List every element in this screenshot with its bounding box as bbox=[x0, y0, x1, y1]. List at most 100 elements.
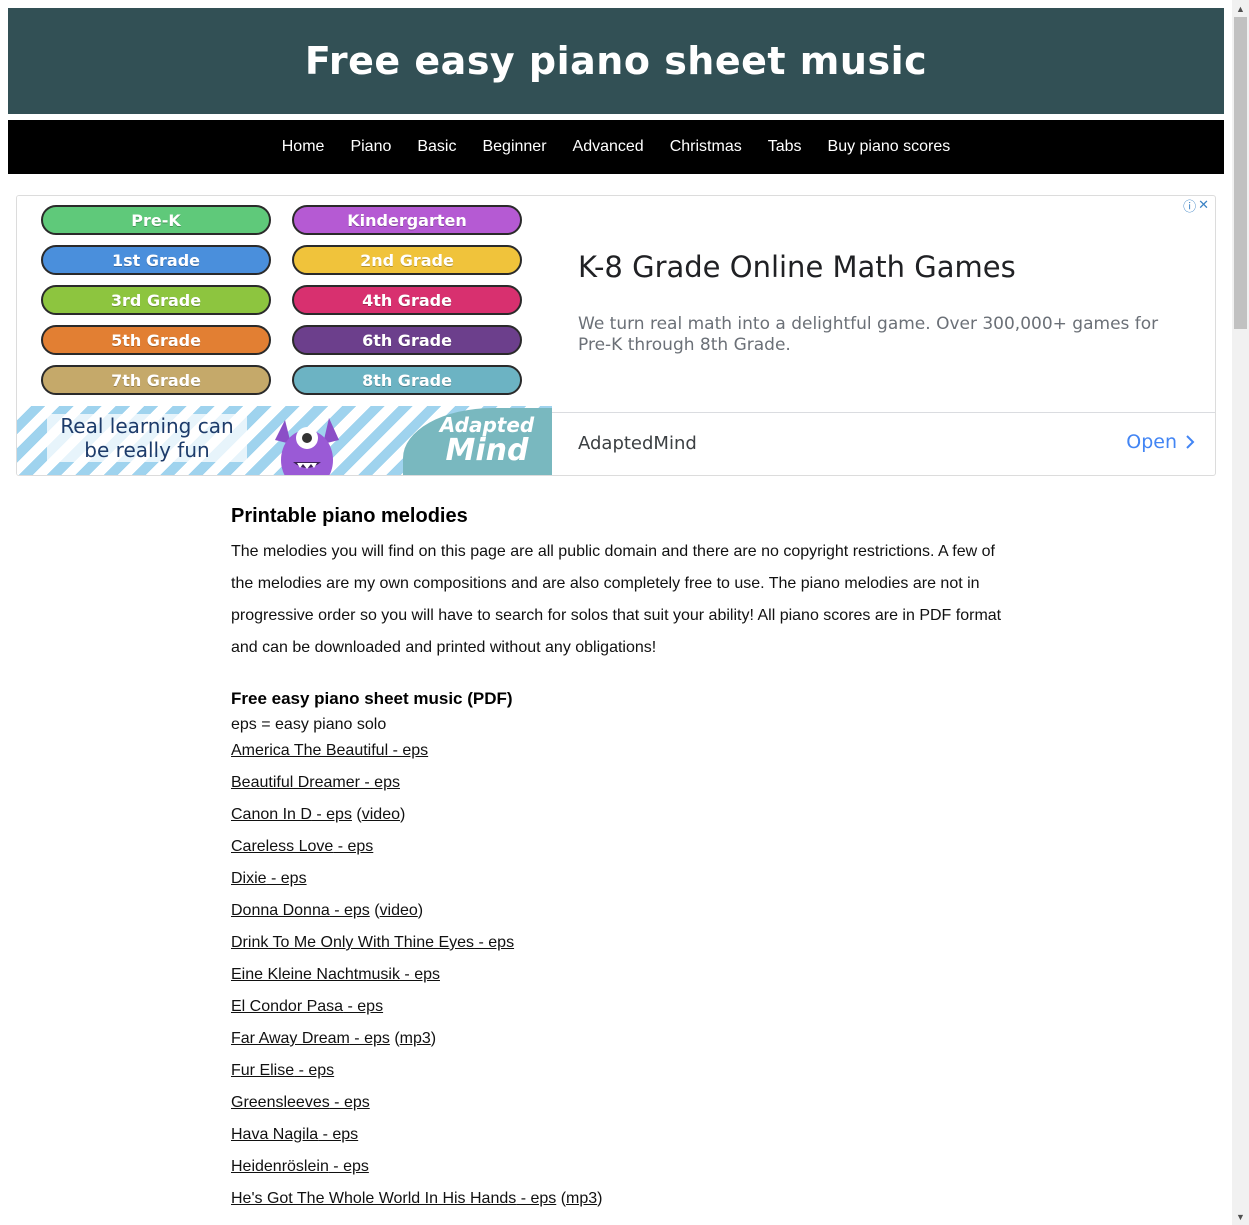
list-item: Fur Elise - eps bbox=[231, 1055, 1011, 1087]
song-type: - eps bbox=[399, 966, 440, 983]
ad-open-button[interactable]: Open bbox=[1126, 431, 1195, 453]
ad-choices[interactable]: ⓘ ✕ bbox=[1183, 196, 1209, 215]
grade-button-7th-grade[interactable]: 7th Grade bbox=[41, 365, 271, 395]
song-title: Donna Donna bbox=[231, 902, 330, 919]
close-icon[interactable]: ✕ bbox=[1198, 198, 1209, 213]
song-title: Eine Kleine Nachtmusik bbox=[231, 966, 400, 983]
scrollbar-thumb[interactable] bbox=[1234, 17, 1247, 329]
song-video-link[interactable]: video bbox=[362, 806, 400, 823]
scroll-down-icon[interactable]: ▼ bbox=[1232, 1208, 1249, 1225]
song-type: - eps bbox=[311, 806, 352, 823]
song-link[interactable]: He's Got The Whole World In His Hands - … bbox=[231, 1190, 556, 1207]
song-link[interactable]: Drink To Me Only With Thine Eyes - eps bbox=[231, 934, 514, 951]
song-title: El Condor Pasa bbox=[231, 998, 344, 1015]
grade-button-2nd-grade[interactable]: 2nd Grade bbox=[292, 245, 522, 275]
song-title: Dixie bbox=[231, 870, 267, 887]
ad-title[interactable]: K-8 Grade Online Math Games bbox=[578, 250, 1016, 284]
song-type: - eps bbox=[349, 1030, 390, 1047]
info-icon[interactable]: ⓘ bbox=[1183, 196, 1196, 215]
list-item: America The Beautiful - eps bbox=[231, 735, 1011, 767]
song-link[interactable]: America The Beautiful - eps bbox=[231, 742, 428, 759]
list-item: Heidenröslein - eps bbox=[231, 1151, 1011, 1183]
chevron-right-icon bbox=[1186, 435, 1195, 449]
song-type: - eps bbox=[343, 998, 384, 1015]
song-title: Hava Nagila bbox=[231, 1126, 319, 1143]
main-nav: Home Piano Basic Beginner Advanced Christmas T… bbox=[8, 120, 1224, 174]
nav-item-advanced[interactable]: Advanced bbox=[573, 138, 644, 156]
song-title: Canon In D bbox=[231, 806, 312, 823]
song-link[interactable]: Fur Elise - eps bbox=[231, 1062, 334, 1079]
song-link[interactable]: Donna Donna - eps bbox=[231, 902, 370, 919]
list-item: El Condor Pasa - eps bbox=[231, 991, 1011, 1023]
nav-item-christmas[interactable]: Christmas bbox=[670, 138, 742, 156]
song-link[interactable]: El Condor Pasa - eps bbox=[231, 998, 383, 1015]
grade-button-6th-grade[interactable]: 6th Grade bbox=[292, 325, 522, 355]
ad-brand-logo: Adapted Mind bbox=[439, 413, 535, 468]
list-item: Dixie - eps bbox=[231, 863, 1011, 895]
song-link[interactable]: Careless Love - eps bbox=[231, 838, 373, 855]
song-title: He's Got The Whole World In His Hands bbox=[231, 1190, 517, 1207]
song-mp3-link[interactable]: mp3 bbox=[566, 1190, 597, 1207]
intro-paragraph: The melodies you will find on this page … bbox=[231, 543, 1002, 656]
list-item: Hava Nagila - eps bbox=[231, 1119, 1011, 1151]
grade-button-pre-k[interactable]: Pre-K bbox=[41, 205, 271, 235]
grade-button-5th-grade[interactable]: 5th Grade bbox=[41, 325, 271, 355]
list-item: Far Away Dream - eps (mp3) bbox=[231, 1030, 437, 1047]
song-title: Heidenröslein bbox=[231, 1158, 329, 1175]
song-type: - eps bbox=[266, 870, 307, 887]
nav-item-piano[interactable]: Piano bbox=[350, 138, 391, 156]
song-title: Fur Elise bbox=[231, 1062, 295, 1079]
nav-item-buy-piano-scores[interactable]: Buy piano scores bbox=[828, 138, 951, 156]
ad-divider bbox=[552, 412, 1215, 413]
ad-banner: Real learning can be really fun Adapted … bbox=[17, 406, 552, 475]
song-link[interactable]: Eine Kleine Nachtmusik - eps bbox=[231, 966, 440, 983]
song-link[interactable]: Greensleeves - eps bbox=[231, 1094, 370, 1111]
page-heading: Printable piano melodies bbox=[231, 505, 468, 527]
legend-text: eps = easy piano solo bbox=[231, 716, 387, 733]
list-item: Beautiful Dreamer - eps bbox=[231, 767, 1011, 799]
song-title: Drink To Me Only With Thine Eyes bbox=[231, 934, 475, 951]
grade-button-8th-grade[interactable]: 8th Grade bbox=[292, 365, 522, 395]
song-link[interactable]: Hava Nagila - eps bbox=[231, 1126, 358, 1143]
scrollbar[interactable]: ▲ ▼ bbox=[1232, 0, 1249, 1225]
nav-item-basic[interactable]: Basic bbox=[417, 138, 456, 156]
grade-button-4th-grade[interactable]: 4th Grade bbox=[292, 285, 522, 315]
grade-button-kindergarten[interactable]: Kindergarten bbox=[292, 205, 522, 235]
song-type: - eps bbox=[294, 1062, 335, 1079]
song-link[interactable]: Beautiful Dreamer - eps bbox=[231, 774, 400, 791]
grade-button-3rd-grade[interactable]: 3rd Grade bbox=[41, 285, 271, 315]
song-link[interactable]: Far Away Dream - eps bbox=[231, 1030, 390, 1047]
song-type: - eps bbox=[329, 902, 370, 919]
song-type: - eps bbox=[329, 1094, 370, 1111]
grade-button-1st-grade[interactable]: 1st Grade bbox=[41, 245, 271, 275]
song-link[interactable]: Heidenröslein - eps bbox=[231, 1158, 369, 1175]
ad-open-label: Open bbox=[1126, 431, 1177, 453]
nav-item-beginner[interactable]: Beginner bbox=[482, 138, 546, 156]
ad-image[interactable]: Real learning can be really fun Adapted … bbox=[17, 196, 552, 475]
song-title: America The Beautiful bbox=[231, 742, 389, 759]
list-item: Drink To Me Only With Thine Eyes - eps bbox=[231, 927, 1011, 959]
nav-item-tabs[interactable]: Tabs bbox=[768, 138, 802, 156]
song-type: - eps bbox=[359, 774, 400, 791]
scroll-up-icon[interactable]: ▲ bbox=[1232, 0, 1249, 17]
ad-banner-text: Real learning can be really fun bbox=[47, 414, 247, 462]
song-type: - eps bbox=[388, 742, 429, 759]
list-item: Careless Love - eps bbox=[231, 831, 1011, 863]
song-type: - eps bbox=[318, 1126, 359, 1143]
site-title: Free easy piano sheet music bbox=[304, 39, 928, 83]
song-video-link[interactable]: video bbox=[380, 902, 418, 919]
advertisement[interactable]: Real learning can be really fun Adapted … bbox=[16, 195, 1216, 476]
song-title: Careless Love bbox=[231, 838, 334, 855]
list-item: Canon In D - eps (video) bbox=[231, 806, 406, 823]
song-link[interactable]: Dixie - eps bbox=[231, 870, 307, 887]
ad-text-panel[interactable]: ⓘ ✕ K-8 Grade Online Math Games We turn … bbox=[552, 196, 1215, 475]
nav-item-home[interactable]: Home bbox=[282, 138, 325, 156]
song-link[interactable]: Canon In D - eps bbox=[231, 806, 352, 823]
song-mp3-link[interactable]: mp3 bbox=[400, 1030, 431, 1047]
list-item: He's Got The Whole World In His Hands - … bbox=[231, 1190, 603, 1207]
ad-advertiser: AdaptedMind bbox=[578, 433, 697, 454]
monster-icon bbox=[275, 418, 339, 475]
song-title: Far Away Dream bbox=[231, 1030, 350, 1047]
list-item: Greensleeves - eps bbox=[231, 1087, 1011, 1119]
section-heading: Free easy piano sheet music (PDF) bbox=[231, 689, 513, 708]
